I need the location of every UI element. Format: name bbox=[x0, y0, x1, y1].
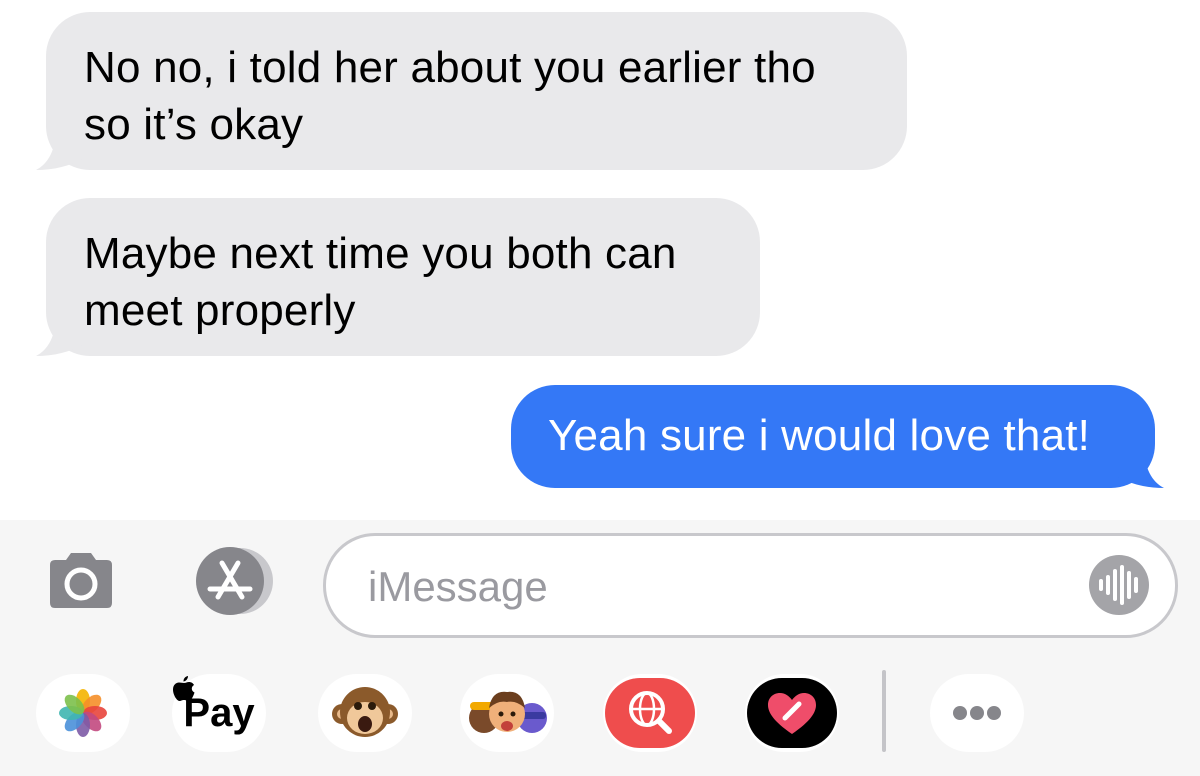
app-drawer-divider bbox=[882, 670, 886, 752]
animoji-app-button[interactable] bbox=[318, 674, 412, 752]
globe-search-icon bbox=[605, 678, 695, 748]
received-bubble-tail bbox=[36, 314, 84, 356]
photos-app-button[interactable] bbox=[36, 674, 130, 752]
message-line: meet properly bbox=[84, 286, 356, 335]
photos-flower-icon bbox=[59, 689, 107, 737]
received-message-bubble[interactable]: No no, i told her about you earlier tho … bbox=[46, 12, 907, 170]
images-search-app-button[interactable] bbox=[603, 674, 697, 752]
message-line: so it’s okay bbox=[84, 100, 304, 149]
memoji-faces-icon bbox=[469, 691, 547, 733]
apple-pay-button[interactable]: Pay bbox=[172, 674, 266, 752]
sent-bubble-tail bbox=[1116, 446, 1164, 488]
message-input-container[interactable] bbox=[323, 533, 1178, 638]
memoji-stickers-app-button[interactable] bbox=[460, 674, 554, 752]
sent-message-bubble[interactable]: Yeah sure i would love that! bbox=[511, 385, 1155, 488]
more-apps-button[interactable] bbox=[930, 674, 1024, 752]
heart-touch-icon bbox=[747, 678, 837, 748]
message-thread: No no, i told her about you earlier tho … bbox=[0, 0, 1200, 520]
apple-logo-icon bbox=[173, 676, 195, 701]
digital-touch-app-button[interactable] bbox=[745, 674, 839, 752]
app-store-icon bbox=[196, 547, 273, 615]
monkey-animoji-icon bbox=[332, 687, 398, 737]
audio-message-button[interactable] bbox=[1089, 555, 1149, 615]
message-input[interactable] bbox=[368, 562, 1048, 612]
message-line: Maybe next time you both can bbox=[84, 229, 677, 278]
received-bubble-tail bbox=[36, 128, 84, 170]
message-text: Yeah sure i would love that! bbox=[548, 411, 1091, 460]
received-message-bubble[interactable]: Maybe next time you both can meet proper… bbox=[46, 198, 760, 356]
audio-waveform-icon bbox=[1099, 565, 1138, 605]
ellipsis-icon bbox=[953, 706, 1001, 720]
camera-button[interactable] bbox=[46, 551, 116, 611]
app-store-button[interactable] bbox=[180, 545, 280, 617]
message-line: No no, i told her about you earlier tho bbox=[84, 43, 816, 92]
camera-icon bbox=[50, 553, 112, 608]
